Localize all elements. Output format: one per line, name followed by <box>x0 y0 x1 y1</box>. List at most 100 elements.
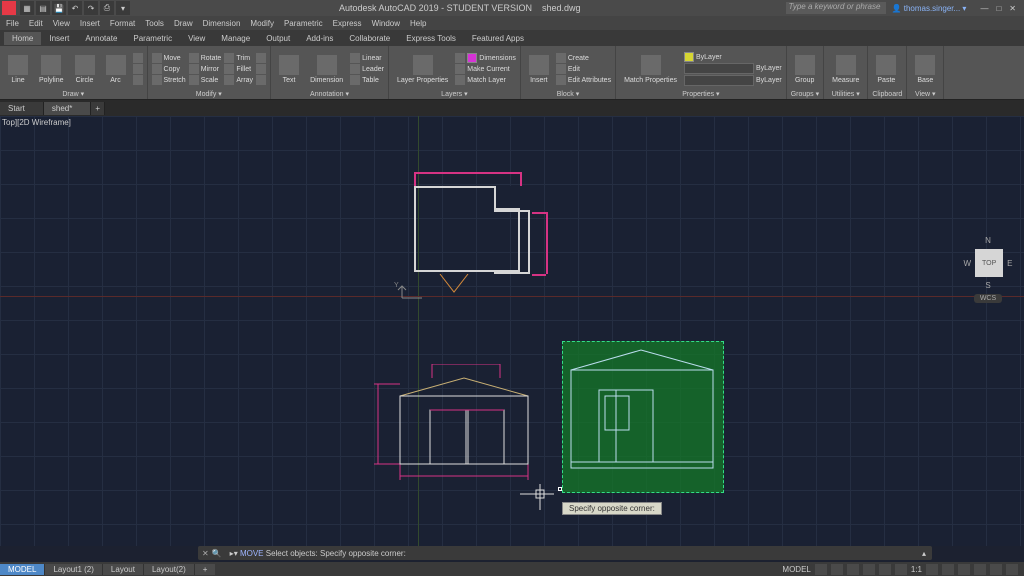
rect-icon[interactable] <box>133 53 143 63</box>
viewcube-w[interactable]: W <box>964 259 972 268</box>
app-icon[interactable] <box>2 1 16 15</box>
menu-format[interactable]: Format <box>110 19 135 28</box>
text-button[interactable]: Text <box>275 53 303 86</box>
ribbon-tab-addins[interactable]: Add-ins <box>298 32 341 45</box>
color-bylayer[interactable]: ByLayer <box>684 52 782 62</box>
file-tab-new-button[interactable]: + <box>91 102 105 115</box>
panel-title-draw[interactable]: Draw ▾ <box>4 90 143 98</box>
grid-toggle-icon[interactable] <box>815 564 827 575</box>
window-minimize-button[interactable]: — <box>980 4 988 13</box>
panel-title-groups[interactable]: Groups ▾ <box>791 90 819 98</box>
file-tab-shed[interactable]: shed* <box>44 102 91 115</box>
panel-title-modify[interactable]: Modify ▾ <box>152 90 267 98</box>
edit-button[interactable]: Edit <box>556 64 611 74</box>
menu-express[interactable]: Express <box>333 19 362 28</box>
move-button[interactable]: Move <box>152 53 186 63</box>
group-button[interactable]: Group <box>791 53 819 86</box>
erase-icon[interactable] <box>256 75 266 85</box>
menu-help[interactable]: Help <box>410 19 426 28</box>
ribbon-tab-express[interactable]: Express Tools <box>398 32 464 45</box>
ribbon-tab-view[interactable]: View <box>180 32 213 45</box>
menu-draw[interactable]: Draw <box>174 19 193 28</box>
rotate-button[interactable]: Rotate <box>189 53 222 63</box>
extend-icon[interactable] <box>256 53 266 63</box>
user-menu[interactable]: 👤 thomas.singer... ▾ <box>886 4 973 13</box>
qat-more-icon[interactable]: ▾ <box>116 1 130 15</box>
stretch-button[interactable]: Stretch <box>152 75 186 85</box>
snap-toggle-icon[interactable] <box>831 564 843 575</box>
clean-screen-icon[interactable] <box>990 564 1002 575</box>
match-layer-button[interactable]: Match Layer <box>455 75 516 85</box>
insert-button[interactable]: Insert <box>525 53 553 86</box>
menu-view[interactable]: View <box>53 19 70 28</box>
viewcube-s[interactable]: S <box>985 281 990 290</box>
array-button[interactable]: Array <box>224 75 253 85</box>
panel-title-annotation[interactable]: Annotation ▾ <box>275 90 384 98</box>
window-close-button[interactable]: ✕ <box>1009 4 1016 13</box>
gear-icon[interactable] <box>926 564 938 575</box>
menu-file[interactable]: File <box>6 19 19 28</box>
table-button[interactable]: Table <box>350 75 384 85</box>
lineweight-bylayer[interactable]: ByLayer <box>684 63 782 74</box>
menu-window[interactable]: Window <box>372 19 400 28</box>
ribbon-tab-annotate[interactable]: Annotate <box>77 32 125 45</box>
wcs-dropdown[interactable]: WCS <box>974 294 1002 303</box>
mirror-button[interactable]: Mirror <box>189 64 222 74</box>
viewcube-e[interactable]: E <box>1007 259 1012 268</box>
menu-modify[interactable]: Modify <box>250 19 274 28</box>
osnap-toggle-icon[interactable] <box>879 564 891 575</box>
help-search-input[interactable]: Type a keyword or phrase <box>786 2 886 14</box>
create-button[interactable]: Create <box>556 53 611 63</box>
drawing-canvas[interactable]: Top][2D Wireframe] Y <box>0 116 1024 546</box>
qat-redo-icon[interactable]: ↷ <box>84 1 98 15</box>
ribbon-tab-output[interactable]: Output <box>258 32 298 45</box>
menu-dimension[interactable]: Dimension <box>203 19 241 28</box>
layout2-tab[interactable]: Layout <box>102 564 143 575</box>
qat-open-icon[interactable]: ▤ <box>36 1 50 15</box>
status-model-toggle[interactable]: MODEL <box>782 565 810 574</box>
ribbon-tab-home[interactable]: Home <box>4 32 41 45</box>
menu-edit[interactable]: Edit <box>29 19 43 28</box>
command-line[interactable]: ✕ 🔍 ▸▾ MOVE Select objects: Specify oppo… <box>198 546 932 560</box>
viewcube[interactable]: N W TOP E S WCS <box>958 236 1018 316</box>
isolate-icon[interactable] <box>958 564 970 575</box>
linear-button[interactable]: Linear <box>350 53 384 63</box>
cmdline-history-button[interactable]: ▴ <box>916 549 932 558</box>
make-current-button[interactable]: Make Current <box>455 64 516 74</box>
fillet-button[interactable]: Fillet <box>224 64 253 74</box>
annotation-scale[interactable]: 1:1 <box>911 565 922 574</box>
copy-button[interactable]: Copy <box>152 64 186 74</box>
layout1-tab[interactable]: Layout1 (2) <box>44 564 101 575</box>
paste-button[interactable]: Paste <box>872 53 900 86</box>
qat-print-icon[interactable]: ⎙ <box>100 1 114 15</box>
qat-new-icon[interactable]: ▦ <box>20 1 34 15</box>
edit-attrs-button[interactable]: Edit Attributes <box>556 75 611 85</box>
leader-button[interactable]: Leader <box>350 64 384 74</box>
measure-button[interactable]: Measure <box>828 53 863 86</box>
file-tab-start[interactable]: Start <box>0 102 44 115</box>
trim-button[interactable]: Trim <box>224 53 253 63</box>
ribbon-tab-featured[interactable]: Featured Apps <box>464 32 532 45</box>
ortho-toggle-icon[interactable] <box>847 564 859 575</box>
menu-parametric[interactable]: Parametric <box>284 19 323 28</box>
layout3-tab[interactable]: Layout(2) <box>143 564 194 575</box>
workspace-icon[interactable] <box>942 564 954 575</box>
hatch-icon[interactable] <box>133 64 143 74</box>
viewport-label[interactable]: Top][2D Wireframe] <box>2 118 71 127</box>
circle-button[interactable]: Circle <box>71 53 99 86</box>
panel-title-layers[interactable]: Layers ▾ <box>393 90 516 98</box>
ribbon-tab-collaborate[interactable]: Collaborate <box>341 32 398 45</box>
offset-icon[interactable] <box>256 64 266 74</box>
panel-title-properties[interactable]: Properties ▾ <box>620 90 782 98</box>
qat-save-icon[interactable]: 💾 <box>52 1 66 15</box>
base-button[interactable]: Base <box>911 53 939 86</box>
dimension-button[interactable]: Dimension <box>306 53 347 86</box>
viewcube-n[interactable]: N <box>985 236 991 245</box>
line-button[interactable]: Line <box>4 53 32 86</box>
ribbon-tab-parametric[interactable]: Parametric <box>125 32 180 45</box>
viewcube-top[interactable]: TOP <box>975 249 1003 277</box>
panel-title-block[interactable]: Block ▾ <box>525 90 611 98</box>
menu-insert[interactable]: Insert <box>80 19 100 28</box>
window-maximize-button[interactable]: □ <box>996 4 1001 13</box>
layer-dropdown[interactable]: Dimensions <box>455 53 516 63</box>
